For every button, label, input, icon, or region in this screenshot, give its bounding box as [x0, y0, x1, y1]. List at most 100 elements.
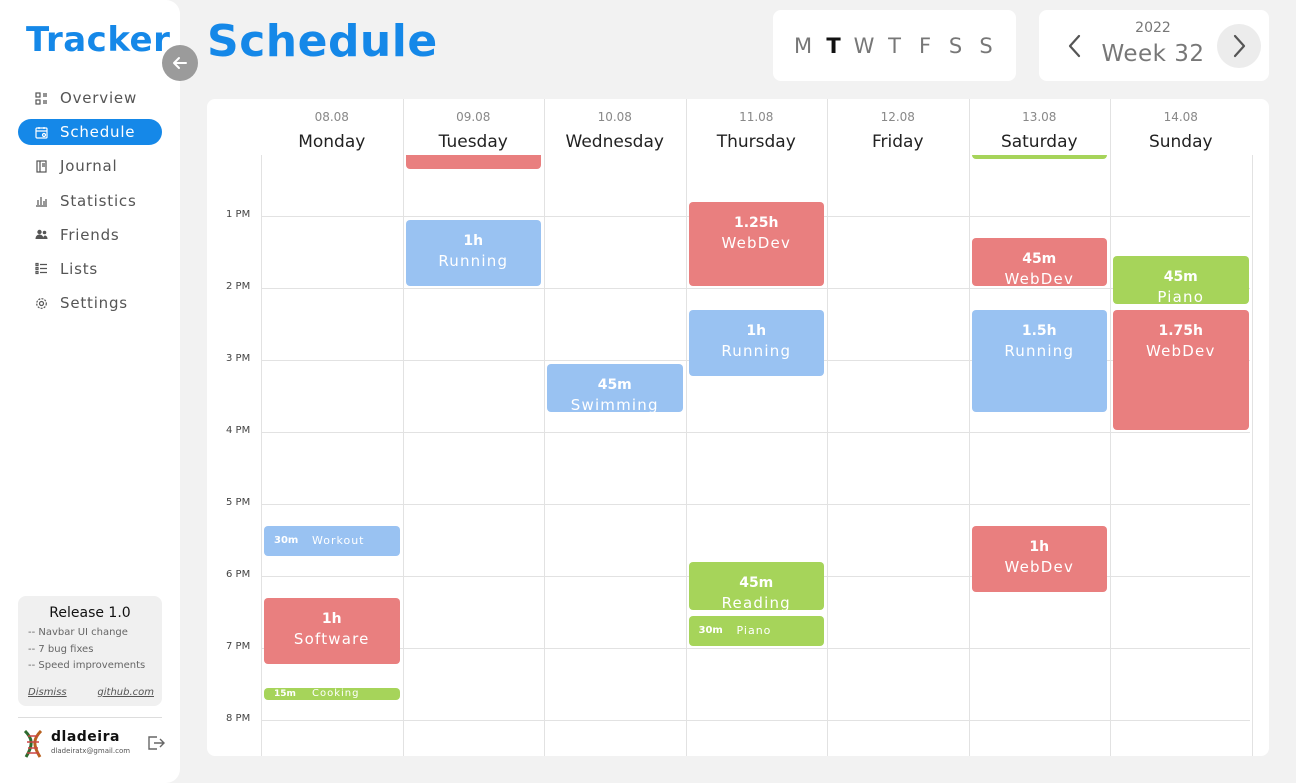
schedule-event[interactable]: 45m Reading	[688, 561, 824, 611]
day-date: 14.08	[1163, 110, 1198, 124]
event-name: WebDev	[721, 233, 792, 252]
user-profile[interactable]: dladeira dladeiratx@gmail.com	[20, 728, 168, 760]
settings-icon	[34, 296, 48, 310]
previous-week-button[interactable]	[1053, 24, 1097, 68]
github-link[interactable]: github.com	[97, 687, 154, 698]
event-name: WebDev	[1004, 557, 1075, 576]
event-duration: 1.5h	[1021, 322, 1057, 339]
avatar	[23, 730, 43, 758]
hour-gridline	[261, 648, 1250, 650]
day-header-wednesday[interactable]: 10.08 Wednesday	[544, 99, 686, 155]
schedule-event[interactable]: 1.5h Running	[971, 309, 1107, 413]
sidebar-item-schedule[interactable]: Schedule	[18, 119, 162, 146]
schedule-event[interactable]: 45m Piano	[1113, 255, 1249, 305]
schedule-event[interactable]: 45m Swimming	[547, 363, 683, 413]
day-header-saturday[interactable]: 13.08 Saturday	[969, 99, 1111, 155]
event-duration: 1h	[463, 232, 484, 249]
logout-icon[interactable]	[146, 733, 166, 753]
week-label: Week 32	[1101, 41, 1205, 67]
user-email: dladeiratx@gmail.com	[51, 747, 131, 755]
day-name: Sunday	[1148, 132, 1213, 152]
sidebar: Tracker Overview Schedule Journal Statistic…	[0, 0, 180, 783]
friends-icon	[34, 228, 48, 242]
sidebar-item-label: Friends	[60, 225, 120, 244]
event-duration: 1h	[746, 322, 767, 339]
sidebar-item-label: Journal	[60, 157, 118, 176]
day-date: 09.08	[456, 110, 491, 124]
schedule-event[interactable]: 30m Workout	[264, 525, 400, 557]
schedule-event[interactable]: 1h Software	[264, 597, 400, 665]
day-name: Saturday	[1000, 132, 1078, 152]
hour-gridline	[261, 288, 1250, 290]
weekday-toggle[interactable]: S	[940, 34, 971, 58]
hour-gridline	[261, 504, 1250, 506]
event-name: Piano	[1157, 287, 1205, 305]
day-header-sunday[interactable]: 14.08 Sunday	[1110, 99, 1252, 155]
event-duration: 1.75h	[1158, 322, 1203, 339]
weekday-toggle[interactable]: T	[879, 34, 910, 58]
release-note: -- Speed improvements	[28, 660, 146, 671]
journal-icon	[34, 159, 48, 173]
hour-label: 7 PM	[226, 641, 251, 653]
event-duration: 1.25h	[733, 214, 779, 231]
release-note: -- Navbar UI change	[28, 627, 128, 638]
sidebar-item-lists[interactable]: Lists	[18, 256, 162, 282]
sidebar-item-statistics[interactable]: Statistics	[18, 188, 162, 214]
event-duration: 45m	[739, 574, 774, 591]
weekday-toggle[interactable]: F	[910, 34, 941, 58]
sidebar-item-friends[interactable]: Friends	[18, 222, 162, 248]
schedule-event[interactable]: 1h WebDev	[971, 525, 1107, 593]
schedule-event[interactable]: 15m Cooking	[264, 687, 400, 701]
event-duration: 30m	[274, 535, 299, 547]
schedule-event[interactable]: 1h Running	[405, 219, 541, 287]
event-name: Cooking	[312, 688, 360, 700]
schedule-event[interactable]: 45m WebDev	[971, 237, 1107, 287]
app-logo[interactable]: Tracker	[26, 20, 170, 60]
weekday-toggle[interactable]: S	[971, 34, 1002, 58]
weekday-toggle[interactable]: M	[788, 34, 819, 58]
sidebar-item-label: Statistics	[60, 191, 137, 210]
event-name: WebDev	[1145, 341, 1216, 360]
next-week-button[interactable]	[1217, 24, 1261, 68]
event-duration: 1h	[321, 610, 342, 627]
hour-label: 4 PM	[226, 425, 251, 437]
column-divider	[1110, 99, 1111, 756]
weekday-toggle[interactable]: W	[849, 34, 880, 58]
day-name: Friday	[871, 132, 924, 152]
sidebar-item-label: Lists	[60, 259, 99, 278]
event-duration: 45m	[1163, 268, 1198, 285]
sidebar-item-journal[interactable]: Journal	[18, 153, 162, 179]
schedule-event[interactable]: 30m Piano	[688, 615, 824, 647]
schedule-event[interactable]: 1.75h WebDev	[1113, 309, 1249, 431]
schedule-event[interactable]	[971, 155, 1107, 160]
column-divider	[685, 99, 687, 756]
hour-label: 2 PM	[226, 281, 251, 293]
day-header-friday[interactable]: 12.08 Friday	[827, 99, 969, 155]
day-header-monday[interactable]: 08.08 Monday	[261, 99, 403, 155]
day-header-thursday[interactable]: 11.08 Thursday	[686, 99, 828, 155]
sidebar-item-settings[interactable]: Settings	[18, 290, 162, 316]
event-name: Reading	[721, 593, 791, 611]
weekday-toggle[interactable]: T	[818, 34, 849, 58]
collapse-sidebar-button[interactable]	[162, 45, 198, 81]
weekday-selector: MTWTFSS	[773, 10, 1016, 81]
lists-icon	[34, 262, 48, 276]
sidebar-item-overview[interactable]: Overview	[18, 85, 162, 111]
day-header-tuesday[interactable]: 09.08 Tuesday	[403, 99, 545, 155]
event-name: Running	[721, 341, 792, 360]
column-divider	[261, 155, 262, 756]
column-divider	[827, 99, 828, 756]
week-navigator: 2022 Week 32	[1039, 10, 1269, 81]
release-notes-card: Release 1.0 -- Navbar UI change -- 7 bug…	[18, 596, 162, 706]
hour-label: 5 PM	[226, 497, 251, 509]
schedule-event[interactable]: 1.25h WebDev	[688, 201, 824, 287]
dismiss-link[interactable]: Dismiss	[28, 687, 67, 698]
day-date: 10.08	[597, 110, 632, 124]
day-name: Monday	[298, 132, 366, 152]
schedule-event[interactable]	[405, 155, 541, 170]
column-divider	[1251, 155, 1253, 756]
event-name: Running	[438, 251, 509, 270]
schedule-event[interactable]: 1h Running	[688, 309, 824, 377]
statistics-icon	[34, 194, 48, 208]
divider	[18, 717, 162, 718]
